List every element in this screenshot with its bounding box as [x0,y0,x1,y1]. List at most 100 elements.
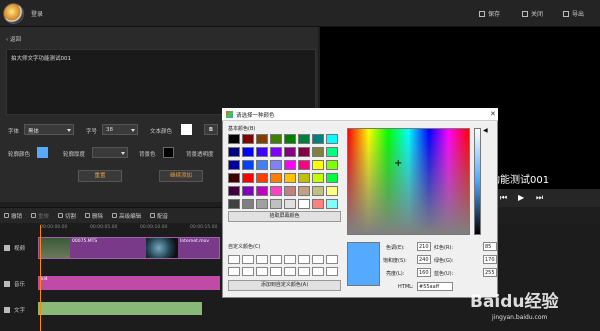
custom-color-swatch[interactable] [242,255,254,264]
color-spectrum[interactable] [347,128,470,235]
add-custom-color-button[interactable]: 添加到自定义颜色(A) [228,280,341,291]
basic-color-swatch[interactable] [312,186,324,196]
basic-color-swatch[interactable] [312,160,324,170]
cut-button[interactable]: 切割 [58,212,76,220]
basic-color-swatch[interactable] [284,186,296,196]
advanced-edit-button[interactable]: 高级编辑 [112,212,141,220]
delete-button[interactable]: 删除 [85,212,103,220]
custom-color-swatch[interactable] [256,255,268,264]
avatar[interactable] [3,3,24,24]
custom-color-swatch[interactable] [312,267,324,276]
undo-button[interactable]: 撤销 [4,212,22,220]
custom-color-swatch[interactable] [312,255,324,264]
basic-color-swatch[interactable] [298,173,310,183]
basic-color-swatch[interactable] [242,134,254,144]
continue-add-button[interactable]: 继续添加 [159,170,203,182]
close-button[interactable]: 关闭 [522,9,543,18]
basic-color-swatch[interactable] [270,160,282,170]
basic-color-swatch[interactable] [298,199,310,209]
basic-color-swatch[interactable] [312,134,324,144]
bg-color-swatch[interactable] [163,147,174,158]
basic-color-swatch[interactable] [256,173,268,183]
basic-color-swatch[interactable] [242,173,254,183]
custom-color-swatch[interactable] [298,255,310,264]
basic-color-swatch[interactable] [242,199,254,209]
custom-color-swatch[interactable] [326,255,338,264]
basic-color-swatch[interactable] [326,199,338,209]
prev-icon[interactable]: ⏮ [500,193,507,203]
playhead[interactable] [40,225,41,331]
basic-color-swatch[interactable] [242,147,254,157]
custom-color-swatch[interactable] [284,267,296,276]
basic-color-swatch[interactable] [284,160,296,170]
basic-color-swatch[interactable] [298,134,310,144]
basic-color-swatch[interactable] [312,173,324,183]
custom-color-swatch[interactable] [228,267,240,276]
green-field[interactable]: 170 [483,255,497,264]
luminance-slider[interactable] [474,128,481,235]
pick-screen-color-button[interactable]: 拾取屏幕颜色 [228,211,341,222]
back-button[interactable]: ‹ 返回 [6,35,21,43]
basic-color-swatch[interactable] [256,160,268,170]
red-field[interactable]: 85 [483,242,497,251]
basic-color-swatch[interactable] [312,147,324,157]
custom-color-swatch[interactable] [228,255,240,264]
basic-color-swatch[interactable] [228,173,240,183]
basic-color-swatch[interactable] [284,134,296,144]
basic-color-swatch[interactable] [326,173,338,183]
custom-color-swatch[interactable] [326,267,338,276]
custom-color-swatch[interactable] [270,267,282,276]
dubbing-button[interactable]: 配音 [150,212,168,220]
basic-color-swatch[interactable] [228,134,240,144]
outline-thickness-select[interactable] [92,147,128,158]
slider-arrow-icon[interactable]: ◀ [483,127,488,134]
basic-color-swatch[interactable] [256,186,268,196]
custom-color-swatch[interactable] [256,267,268,276]
outline-color-swatch[interactable] [37,147,48,158]
basic-color-swatch[interactable] [256,199,268,209]
basic-color-swatch[interactable] [228,147,240,157]
basic-color-swatch[interactable] [270,186,282,196]
basic-color-swatch[interactable] [242,186,254,196]
basic-color-swatch[interactable] [270,134,282,144]
basic-color-swatch[interactable] [312,199,324,209]
basic-color-swatch[interactable] [270,173,282,183]
custom-color-swatch[interactable] [298,267,310,276]
basic-color-swatch[interactable] [228,199,240,209]
font-select[interactable]: 黑体 [24,124,74,135]
save-button[interactable]: 保存 [479,9,500,18]
bold-button[interactable]: B [204,124,218,135]
basic-color-swatch[interactable] [242,160,254,170]
audio-clip[interactable] [38,276,220,290]
basic-color-swatch[interactable] [284,173,296,183]
basic-color-swatch[interactable] [256,134,268,144]
text-clip[interactable] [38,302,202,315]
next-icon[interactable]: ⏭ [536,193,543,203]
lum-field[interactable]: 160 [417,268,431,277]
sat-field[interactable]: 240 [417,255,431,264]
basic-color-swatch[interactable] [228,160,240,170]
basic-color-swatch[interactable] [326,134,338,144]
custom-color-swatch[interactable] [284,255,296,264]
basic-color-swatch[interactable] [284,199,296,209]
login-link[interactable]: 登录 [31,9,43,18]
basic-color-swatch[interactable] [270,147,282,157]
play-icon[interactable]: ▶ [518,193,524,202]
reset-button[interactable]: 重置 [78,170,122,182]
blue-field[interactable]: 255 [483,268,497,277]
basic-color-swatch[interactable] [298,147,310,157]
close-icon[interactable]: ✕ [490,110,496,118]
basic-color-swatch[interactable] [326,160,338,170]
text-content-input[interactable]: 拍大师文字功能测试001 [6,49,316,115]
text-color-swatch[interactable] [181,124,192,135]
basic-color-swatch[interactable] [256,147,268,157]
basic-color-swatch[interactable] [284,147,296,157]
basic-color-swatch[interactable] [298,160,310,170]
custom-color-swatch[interactable] [270,255,282,264]
hue-field[interactable]: 210 [417,242,431,251]
basic-color-swatch[interactable] [228,186,240,196]
basic-color-swatch[interactable] [298,186,310,196]
custom-color-swatch[interactable] [242,267,254,276]
basic-color-swatch[interactable] [270,199,282,209]
size-select[interactable]: 38 [102,124,138,135]
